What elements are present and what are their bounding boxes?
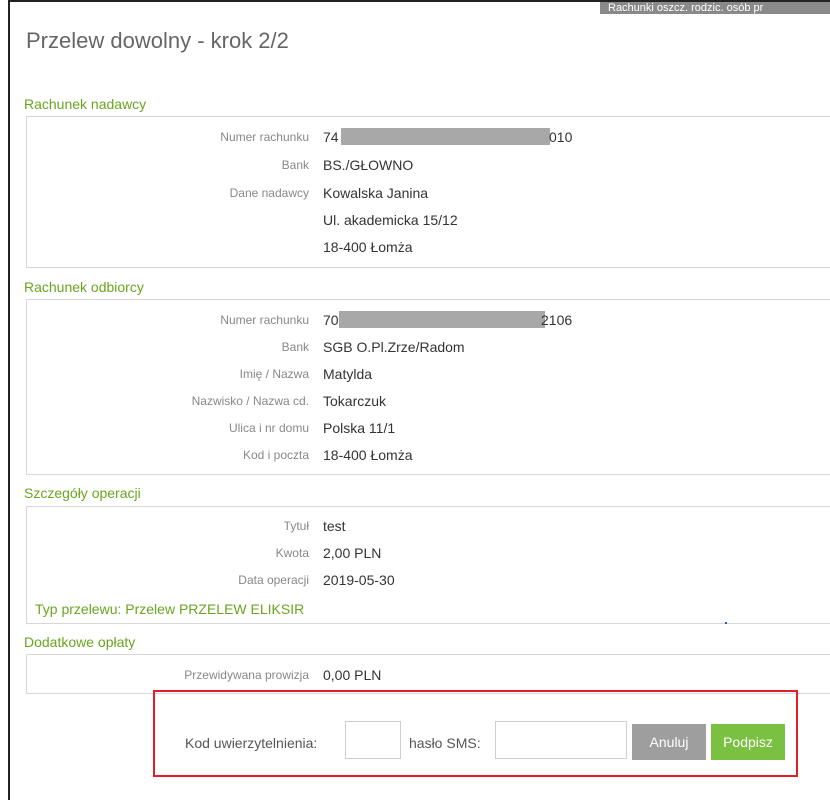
details-title-row: Tytuł test [27,514,830,538]
details-panel: Tytuł test Kwota 2,00 PLN Data operacji … [26,506,830,624]
authorization-box: Kod uwierzytelnienia: hasło SMS: Anuluj … [153,690,798,777]
recipient-name-label: Imię / Nazwa [239,367,309,381]
recipient-postal-label: Kod i poczta [242,448,309,462]
details-title-label: Tytuł [283,519,309,533]
sender-account-label: Numer rachunku [220,130,309,144]
sender-city: 18-400 Łomża [323,239,413,255]
recipient-surname-row: Nazwisko / Nazwa cd. Tokarczuk [27,389,830,413]
recipient-account-row: Numer rachunku 70 1 2106 [27,308,830,332]
sender-bank-row: Bank BS./GŁOWNO [27,153,830,177]
auth-code-label: Kod uwierzytelnienia: [185,735,318,751]
sender-account-redaction [341,128,550,145]
recipient-bank-row: Bank SGB O.Pl.Zrze/Radom [27,335,830,359]
page-title: Przelew dowolny - krok 2/2 [26,28,289,53]
recipient-account-label: Numer rachunku [220,313,309,327]
recipient-surname: Tokarczuk [323,393,387,409]
fees-commission: 0,00 PLN [323,667,382,683]
details-date-row: Data operacji 2019-05-30 [27,568,830,592]
fees-section-title: Dodatkowe opłaty [24,634,136,650]
sender-street-row: Ul. akademicka 15/12 [27,208,830,232]
sms-password-label: hasło SMS: [409,735,481,751]
details-amount-label: Kwota [275,546,309,560]
page-frame: Rachunki oszcz. rodzic. osób pr Przelew … [8,0,830,800]
recipient-street: Polska 11/1 [323,420,396,436]
details-amount-row: Kwota 2,00 PLN [27,541,830,565]
recipient-surname-label: Nazwisko / Nazwa cd. [191,394,309,408]
sender-account-row: Numer rachunku 74 8 010 [27,125,830,149]
recipient-name: Matylda [323,366,373,382]
stray-dot [725,622,727,624]
recipient-name-row: Imię / Nazwa Matylda [27,362,830,386]
fees-panel: Przewidywana prowizja 0,00 PLN [26,654,830,694]
sign-button[interactable]: Podpisz [711,724,785,760]
recipient-panel: Numer rachunku 70 1 2106 Bank SGB O.Pl.Z… [26,299,830,475]
sender-section-title: Rachunek nadawcy [24,96,147,112]
recipient-street-label: Ulica i nr domu [228,421,309,435]
recipient-account-redaction [339,311,545,328]
sender-bank: BS./GŁOWNO [323,157,414,173]
sender-bank-label: Bank [281,158,309,172]
recipient-postal-row: Kod i poczta 18-400 Łomża [27,443,830,467]
sender-account-suffix: 010 [549,129,573,145]
fees-commission-row: Przewidywana prowizja 0,00 PLN [27,663,830,687]
details-title: test [323,518,346,534]
recipient-street-row: Ulica i nr domu Polska 11/1 [27,416,830,440]
sender-street: Ul. akademicka 15/12 [323,212,458,228]
details-date: 2019-05-30 [323,572,395,588]
recipient-account-suffix: 2106 [541,312,573,328]
transfer-type: Typ przelewu: Przelew PRZELEW ELIKSIR [35,601,305,617]
details-section-title: Szczegóły operacji [24,485,141,501]
auth-code-input[interactable] [345,721,401,759]
details-amount: 2,00 PLN [323,545,382,561]
sender-data-row: Dane nadawcy Kowalska Janina [27,181,830,205]
cancel-button[interactable]: Anuluj [632,724,706,760]
recipient-bank: SGB O.Pl.Zrze/Radom [323,339,465,355]
sender-city-row: 18-400 Łomża [27,235,830,259]
sender-panel: Numer rachunku 74 8 010 Bank BS./GŁOWNO … [26,116,830,268]
sms-password-input[interactable] [495,721,627,759]
top-tab[interactable]: Rachunki oszcz. rodzic. osób pr [600,2,830,14]
sender-name: Kowalska Janina [323,185,429,201]
recipient-bank-label: Bank [281,340,309,354]
sender-data-label: Dane nadawcy [229,186,309,200]
recipient-section-title: Rachunek odbiorcy [24,279,144,295]
fees-commission-label: Przewidywana prowizja [184,668,309,682]
details-date-label: Data operacji [238,573,309,587]
recipient-postal: 18-400 Łomża [323,447,413,463]
